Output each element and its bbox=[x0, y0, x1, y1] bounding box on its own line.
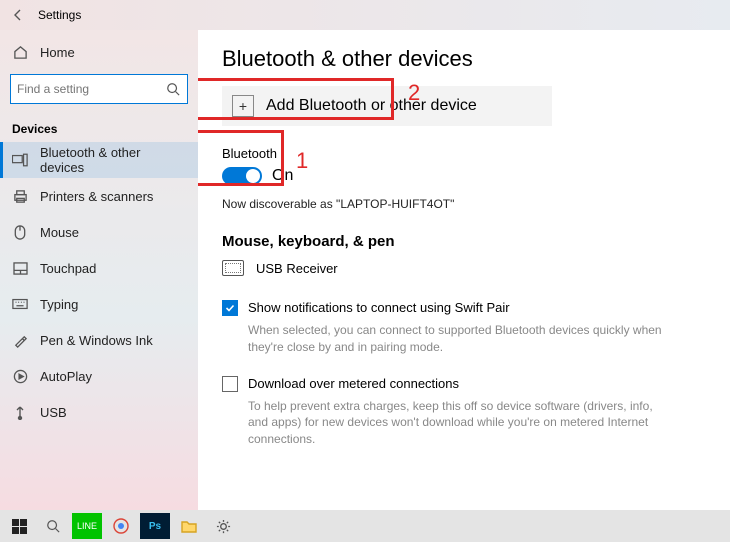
swift-pair-label: Show notifications to connect using Swif… bbox=[248, 300, 510, 315]
taskbar-chrome[interactable] bbox=[106, 513, 136, 539]
swift-pair-desc: When selected, you can connect to suppor… bbox=[248, 322, 668, 356]
devices-icon bbox=[12, 152, 28, 168]
swift-pair-checkbox[interactable] bbox=[222, 300, 238, 316]
autoplay-icon bbox=[12, 368, 28, 384]
bluetooth-toggle-row: On bbox=[222, 167, 706, 185]
taskbar-explorer[interactable] bbox=[174, 513, 204, 539]
sidebar-item-bluetooth[interactable]: Bluetooth & other devices bbox=[0, 142, 198, 178]
sidebar-item-label: Touchpad bbox=[40, 261, 96, 276]
plus-icon: + bbox=[232, 95, 254, 117]
titlebar: Settings bbox=[0, 0, 730, 30]
sidebar-item-usb[interactable]: USB bbox=[0, 394, 198, 430]
sidebar-item-pen[interactable]: Pen & Windows Ink bbox=[0, 322, 198, 358]
sidebar-item-typing[interactable]: Typing bbox=[0, 286, 198, 322]
taskbar-app-1[interactable]: LINE bbox=[72, 513, 102, 539]
taskbar-search[interactable] bbox=[38, 513, 68, 539]
swift-pair-row: Show notifications to connect using Swif… bbox=[222, 300, 706, 316]
device-row[interactable]: USB Receiver bbox=[222, 260, 706, 276]
mouse-icon bbox=[12, 224, 28, 240]
search-icon bbox=[46, 519, 60, 533]
taskbar: LINE Ps bbox=[0, 510, 730, 542]
keyboard-icon bbox=[12, 296, 28, 312]
page-title: Bluetooth & other devices bbox=[222, 46, 706, 72]
toggle-knob bbox=[246, 169, 260, 183]
sidebar-item-label: Typing bbox=[40, 297, 78, 312]
sidebar-item-touchpad[interactable]: Touchpad bbox=[0, 250, 198, 286]
discoverable-text: Now discoverable as "LAPTOP-HUIFT4OT" bbox=[222, 197, 706, 211]
touchpad-icon bbox=[12, 260, 28, 276]
pen-icon bbox=[12, 332, 28, 348]
sidebar-home-label: Home bbox=[40, 45, 75, 60]
metered-desc: To help prevent extra charges, keep this… bbox=[248, 398, 668, 448]
taskbar-photoshop[interactable]: Ps bbox=[140, 513, 170, 539]
keyboard-device-icon bbox=[222, 260, 244, 276]
metered-row: Download over metered connections bbox=[222, 376, 706, 392]
folder-icon bbox=[181, 519, 197, 533]
printer-icon bbox=[12, 188, 28, 204]
sidebar-item-mouse[interactable]: Mouse bbox=[0, 214, 198, 250]
content-area: Bluetooth & other devices + Add Bluetoot… bbox=[198, 30, 730, 510]
sidebar-item-printers[interactable]: Printers & scanners bbox=[0, 178, 198, 214]
chrome-icon bbox=[113, 518, 129, 534]
add-device-label: Add Bluetooth or other device bbox=[266, 97, 477, 115]
arrow-left-icon bbox=[11, 8, 25, 22]
search-box[interactable] bbox=[10, 74, 188, 104]
metered-label: Download over metered connections bbox=[248, 376, 459, 391]
sidebar-section-label: Devices bbox=[0, 114, 198, 142]
sidebar-item-autoplay[interactable]: AutoPlay bbox=[0, 358, 198, 394]
device-name: USB Receiver bbox=[256, 261, 338, 276]
sidebar-item-label: AutoPlay bbox=[40, 369, 92, 384]
sidebar-item-label: USB bbox=[40, 405, 67, 420]
toggle-state-label: On bbox=[272, 167, 293, 185]
back-button[interactable] bbox=[6, 3, 30, 27]
start-button[interactable] bbox=[4, 513, 34, 539]
usb-icon bbox=[12, 404, 28, 420]
sidebar-item-label: Mouse bbox=[40, 225, 79, 240]
bluetooth-toggle[interactable] bbox=[222, 167, 262, 185]
sidebar: Home Devices Bluetooth & other devices P… bbox=[0, 30, 198, 510]
taskbar-settings[interactable] bbox=[208, 513, 238, 539]
windows-icon bbox=[12, 519, 27, 534]
search-icon bbox=[165, 81, 181, 97]
gear-icon bbox=[216, 519, 231, 534]
metered-checkbox[interactable] bbox=[222, 376, 238, 392]
sidebar-item-label: Bluetooth & other devices bbox=[40, 145, 186, 175]
sidebar-item-label: Printers & scanners bbox=[40, 189, 153, 204]
bluetooth-label: Bluetooth bbox=[222, 146, 706, 161]
sidebar-item-label: Pen & Windows Ink bbox=[40, 333, 153, 348]
add-device-button[interactable]: + Add Bluetooth or other device bbox=[222, 86, 552, 126]
settings-window: Settings Home Devices Bluetooth & other … bbox=[0, 0, 730, 510]
search-input[interactable] bbox=[17, 82, 157, 96]
sidebar-home[interactable]: Home bbox=[0, 34, 198, 70]
body: Home Devices Bluetooth & other devices P… bbox=[0, 30, 730, 510]
mkp-heading: Mouse, keyboard, & pen bbox=[222, 233, 706, 250]
check-icon bbox=[225, 303, 235, 313]
window-title: Settings bbox=[38, 8, 81, 22]
home-icon bbox=[12, 44, 28, 60]
